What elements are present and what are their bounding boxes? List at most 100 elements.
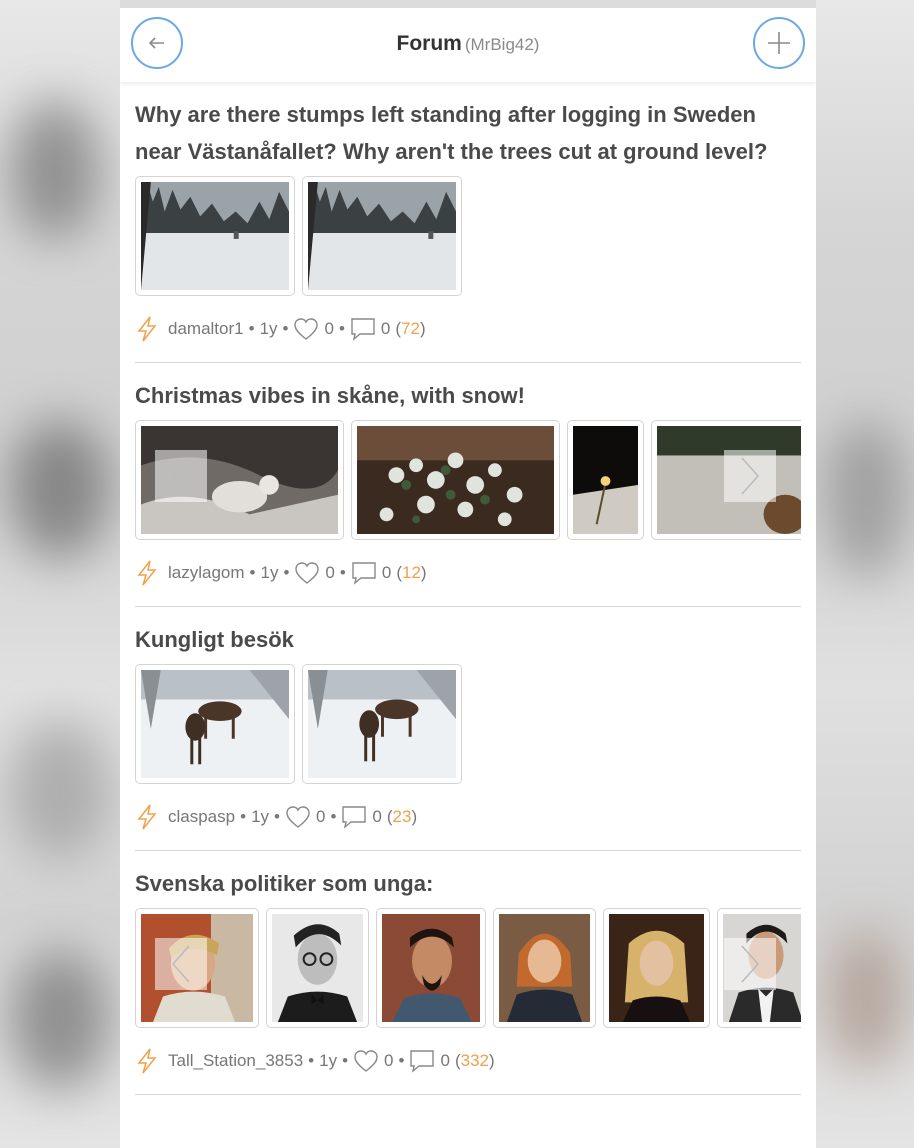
post-feed: Why are there stumps left standing after… — [120, 82, 816, 1095]
post-age: 1y — [260, 563, 279, 582]
image-strip — [135, 908, 801, 1030]
lightning-icon — [137, 1048, 157, 1074]
separator: • — [330, 807, 337, 826]
portrait-image — [609, 914, 704, 1022]
like-count: 0 — [384, 1051, 394, 1070]
view-count: 12 — [401, 563, 421, 582]
separator: • — [308, 1051, 315, 1070]
view-count: 72 — [401, 319, 420, 338]
post-image[interactable] — [135, 664, 295, 784]
image-strip — [135, 420, 801, 542]
views-wrap: (72) — [395, 319, 426, 338]
post-age: 1y — [319, 1051, 338, 1070]
chevron-right-icon — [741, 457, 760, 495]
post-meta: claspasp • 1y • 0 • 0 (23) — [135, 800, 801, 834]
plus-icon — [768, 32, 790, 54]
top-bar: Forum (MrBig42) — [120, 8, 816, 82]
post-author[interactable]: claspasp — [168, 807, 235, 827]
view-count: 23 — [392, 807, 412, 826]
post-image[interactable] — [351, 420, 560, 540]
post-item[interactable]: Svenska politiker som unga: Tall_Station… — [135, 851, 801, 1095]
page-title: Forum (MrBig42) — [120, 32, 816, 56]
image-strip — [135, 176, 801, 298]
comment-count: 0 — [380, 319, 391, 338]
views-wrap: (332) — [454, 1051, 495, 1070]
like-count: 0 — [315, 807, 326, 826]
forum-screen: Forum (MrBig42) Why are there stumps left… — [120, 8, 816, 1148]
portrait-image — [382, 914, 480, 1022]
post-meta: lazylagom • 1y • 0 • 0 (12) — [135, 556, 801, 590]
post-image[interactable] — [567, 420, 644, 540]
snowy-forest-image — [141, 182, 289, 290]
post-age: 1y — [251, 807, 270, 826]
heart-icon[interactable] — [285, 805, 311, 829]
street-lamp-image — [573, 426, 638, 534]
post-author[interactable]: lazylagom — [168, 563, 245, 583]
comment-icon[interactable] — [350, 317, 376, 341]
chevron-left-icon — [171, 457, 190, 495]
heart-icon[interactable] — [293, 317, 319, 341]
snowy-forest-image — [308, 182, 456, 290]
post-title[interactable]: Svenska politiker som unga: — [135, 865, 801, 902]
lightning-icon — [137, 804, 157, 830]
background-right — [816, 0, 914, 1148]
post-author[interactable]: damaltor1 — [168, 319, 244, 339]
comment-icon[interactable] — [409, 1049, 435, 1073]
post-image[interactable] — [302, 176, 462, 296]
post-author[interactable]: Tall_Station_3853 — [168, 1051, 303, 1071]
separator: • — [282, 319, 289, 338]
heart-icon[interactable] — [294, 561, 320, 585]
post-image[interactable] — [603, 908, 710, 1028]
separator: • — [240, 807, 247, 826]
view-count: 332 — [460, 1051, 489, 1070]
page-title-text: Forum — [396, 32, 462, 55]
post-title[interactable]: Christmas vibes in skåne, with snow! — [135, 377, 801, 414]
post-image[interactable] — [302, 664, 462, 784]
separator: • — [283, 563, 290, 582]
views-wrap: (12) — [396, 563, 427, 582]
carousel-prev-button[interactable] — [155, 938, 207, 990]
separator: • — [398, 1051, 405, 1070]
moose-in-snow-image — [141, 670, 289, 778]
like-count: 0 — [324, 319, 334, 338]
post-image[interactable] — [493, 908, 596, 1028]
snowy-bush-image — [357, 426, 554, 534]
post-image[interactable] — [376, 908, 486, 1028]
post-image[interactable] — [266, 908, 369, 1028]
image-strip — [135, 664, 801, 786]
comment-icon[interactable] — [341, 805, 367, 829]
post-meta: Tall_Station_3853 • 1y • 0 • 0 (332) — [135, 1044, 801, 1078]
moose-in-snow-image — [308, 670, 456, 778]
lightning-icon — [137, 316, 157, 342]
separator: • — [338, 319, 345, 338]
separator: • — [248, 319, 255, 338]
post-image[interactable] — [135, 176, 295, 296]
post-item[interactable]: Why are there stumps left standing after… — [135, 82, 801, 363]
post-title[interactable]: Kungligt besök — [135, 621, 801, 658]
heart-icon[interactable] — [353, 1049, 379, 1073]
views-wrap: (23) — [386, 807, 418, 826]
page-subtitle: (MrBig42) — [464, 35, 540, 54]
post-title[interactable]: Why are there stumps left standing after… — [135, 96, 801, 170]
portrait-image — [499, 914, 590, 1022]
like-count: 0 — [325, 563, 335, 582]
carousel-prev-button[interactable] — [155, 450, 207, 502]
comment-icon[interactable] — [351, 561, 377, 585]
comment-count: 0 — [440, 1051, 450, 1070]
post-item[interactable]: Christmas vibes in skåne, with snow! laz… — [135, 363, 801, 607]
post-age: 1y — [259, 319, 278, 338]
background-left — [0, 0, 120, 1148]
separator: • — [342, 1051, 349, 1070]
comment-count: 0 — [372, 807, 382, 826]
separator: • — [274, 807, 280, 826]
add-post-button[interactable] — [753, 17, 805, 69]
comment-count: 0 — [381, 563, 392, 582]
post-meta: damaltor1 • 1y • 0 • 0 (72) — [135, 312, 801, 346]
chevron-right-icon — [741, 945, 760, 983]
post-item[interactable]: Kungligt besök claspasp • 1y • 0 • 0 (23… — [135, 607, 801, 851]
lightning-icon — [137, 560, 157, 586]
portrait-image — [272, 914, 363, 1022]
carousel-next-button[interactable] — [724, 938, 776, 990]
carousel-next-button[interactable] — [724, 450, 776, 502]
separator: • — [249, 563, 256, 582]
